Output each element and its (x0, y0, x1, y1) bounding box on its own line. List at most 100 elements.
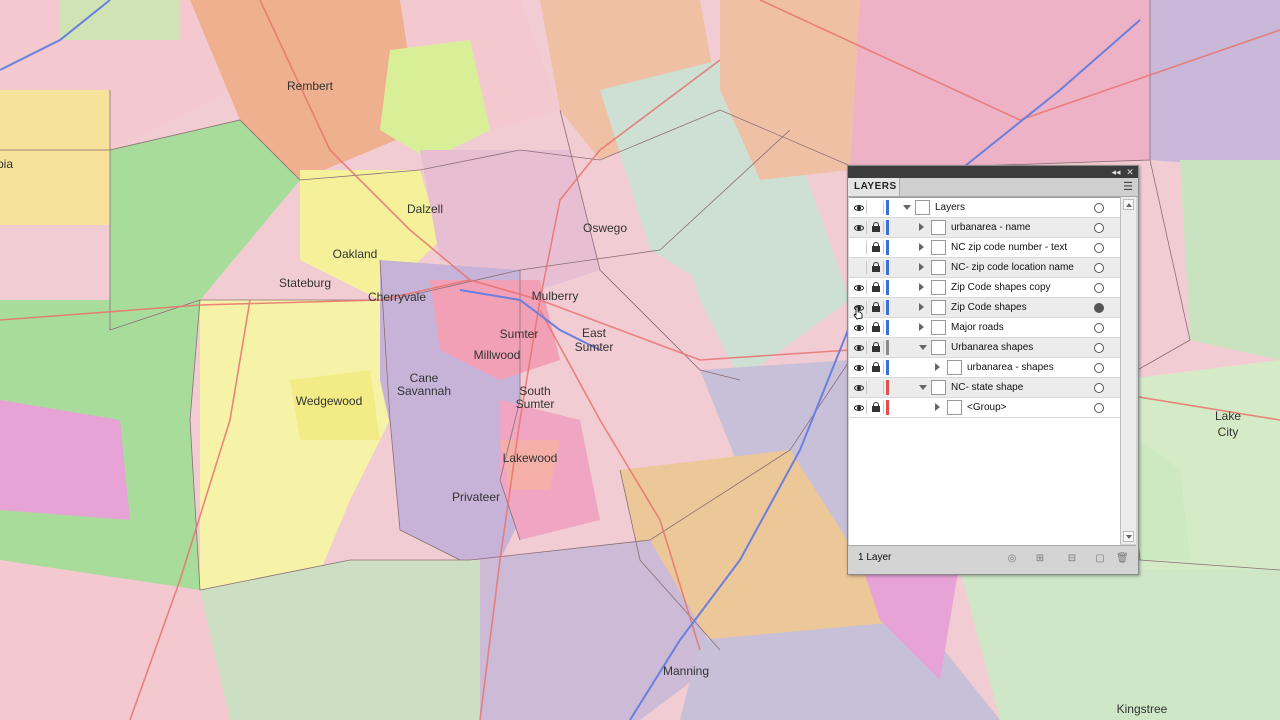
triangle-right-icon[interactable] (919, 263, 924, 271)
layer-color-bar (886, 380, 889, 395)
target-circle-icon[interactable] (1094, 263, 1104, 273)
lock-toggle[interactable] (869, 201, 884, 214)
place-label: Sumter (516, 397, 555, 411)
target-circle-icon[interactable] (1094, 203, 1104, 213)
lock-toggle[interactable] (869, 301, 884, 314)
layer-name[interactable]: <Group> (967, 402, 1006, 413)
scroll-down-icon[interactable] (1123, 531, 1134, 542)
target-circle-icon[interactable] (1094, 283, 1104, 293)
target-circle-icon[interactable] (1094, 403, 1104, 413)
collapse-panel-icon[interactable]: ◂◂ (1110, 166, 1122, 178)
panel-menu-icon[interactable]: ☰ (1122, 181, 1134, 193)
target-circle-icon[interactable] (1094, 243, 1104, 253)
layer-name[interactable]: urbanarea - name (951, 222, 1031, 233)
target-circle-icon[interactable] (1094, 223, 1104, 233)
region (500, 440, 560, 490)
close-icon[interactable]: ✕ (1124, 166, 1136, 178)
lock-toggle[interactable] (869, 221, 884, 234)
triangle-right-icon[interactable] (919, 323, 924, 331)
layer-row[interactable]: urbanarea - name (849, 218, 1120, 238)
triangle-right-icon[interactable] (935, 363, 940, 371)
triangle-right-icon[interactable] (919, 243, 924, 251)
visibility-toggle[interactable] (852, 321, 867, 334)
lock-toggle[interactable] (869, 261, 884, 274)
place-label: bia (0, 157, 13, 171)
visibility-toggle[interactable] (852, 241, 867, 254)
place-label: Cane (410, 371, 439, 385)
visibility-toggle[interactable] (852, 341, 867, 354)
locate-object-icon[interactable]: ◎ (1006, 553, 1018, 565)
visibility-toggle[interactable] (852, 401, 867, 414)
place-label: Rembert (287, 79, 334, 93)
triangle-down-icon[interactable] (903, 205, 911, 210)
tab-layers[interactable]: LAYERS (848, 178, 900, 196)
layer-row[interactable]: <Group> (849, 398, 1120, 418)
place-label: East (582, 326, 607, 340)
lock-toggle[interactable] (869, 321, 884, 334)
lock-toggle[interactable] (869, 381, 884, 394)
place-label: Dalzell (407, 202, 443, 216)
layer-name[interactable]: NC- zip code location name (951, 262, 1074, 273)
scroll-up-icon[interactable] (1123, 199, 1134, 210)
target-circle-icon[interactable] (1094, 343, 1104, 353)
triangle-right-icon[interactable] (919, 223, 924, 231)
triangle-down-icon[interactable] (919, 345, 927, 350)
layer-row[interactable]: Major roads (849, 318, 1120, 338)
layer-row[interactable]: Zip Code shapes (849, 298, 1120, 318)
layers-panel[interactable]: ◂◂ ✕ LAYERS ☰ Layers urbanarea - name NC z… (847, 165, 1139, 575)
visibility-toggle[interactable] (852, 221, 867, 234)
eye-icon (854, 345, 864, 351)
layer-row[interactable]: NC zip code number - text (849, 238, 1120, 258)
visibility-toggle[interactable] (852, 261, 867, 274)
region (960, 560, 1280, 720)
layer-list-scrollbar[interactable] (1120, 197, 1136, 544)
visibility-toggle[interactable] (852, 361, 867, 374)
layer-row[interactable]: NC- state shape (849, 378, 1120, 398)
triangle-down-icon[interactable] (919, 385, 927, 390)
lock-toggle[interactable] (869, 361, 884, 374)
pen-icon (915, 200, 930, 215)
target-circle-icon[interactable] (1094, 363, 1104, 373)
new-layer-icon[interactable]: ▢ (1094, 553, 1106, 565)
lock-toggle[interactable] (869, 341, 884, 354)
layer-name[interactable]: Layers (935, 202, 965, 213)
lock-toggle[interactable] (869, 241, 884, 254)
new-sublayer-icon[interactable]: ⊟ (1066, 553, 1078, 565)
visibility-toggle[interactable] (852, 281, 867, 294)
layer-name[interactable]: Zip Code shapes (951, 302, 1027, 313)
triangle-right-icon[interactable] (935, 403, 940, 411)
blank-icon (931, 260, 946, 275)
layer-row[interactable]: Layers (849, 198, 1120, 218)
layer-name[interactable]: Urbanarea shapes (951, 342, 1033, 353)
delete-layer-icon[interactable]: 🗑 (1116, 553, 1129, 565)
target-circle-icon[interactable] (1094, 383, 1104, 393)
lock-icon (872, 242, 880, 252)
make-clipping-mask-icon[interactable]: ⊞ (1034, 553, 1046, 565)
target-circle-icon[interactable] (1094, 303, 1104, 313)
layer-name[interactable]: NC- state shape (951, 382, 1023, 393)
layer-row[interactable]: NC- zip code location name (849, 258, 1120, 278)
shape-icon (931, 300, 946, 315)
visibility-toggle[interactable] (852, 201, 867, 214)
place-label: Stateburg (279, 276, 331, 290)
target-circle-icon[interactable] (1094, 323, 1104, 333)
layer-name[interactable]: urbanarea - shapes (967, 362, 1054, 373)
layer-name[interactable]: Zip Code shapes copy (951, 282, 1051, 293)
panel-titlebar[interactable]: ◂◂ ✕ (848, 166, 1138, 178)
layer-row[interactable]: Urbanarea shapes (849, 338, 1120, 358)
layer-name[interactable]: NC zip code number - text (951, 242, 1067, 253)
layer-color-bar (886, 400, 889, 415)
layer-name[interactable]: Major roads (951, 322, 1004, 333)
lock-toggle[interactable] (869, 401, 884, 414)
region (1180, 160, 1280, 360)
region (200, 560, 480, 720)
layer-row[interactable]: urbanarea - shapes (849, 358, 1120, 378)
lock-toggle[interactable] (869, 281, 884, 294)
place-label: Mulberry (532, 289, 579, 303)
visibility-toggle[interactable] (852, 381, 867, 394)
eye-icon (854, 405, 864, 411)
triangle-right-icon[interactable] (919, 303, 924, 311)
eye-icon (854, 205, 864, 211)
triangle-right-icon[interactable] (919, 283, 924, 291)
layer-row[interactable]: Zip Code shapes copy (849, 278, 1120, 298)
